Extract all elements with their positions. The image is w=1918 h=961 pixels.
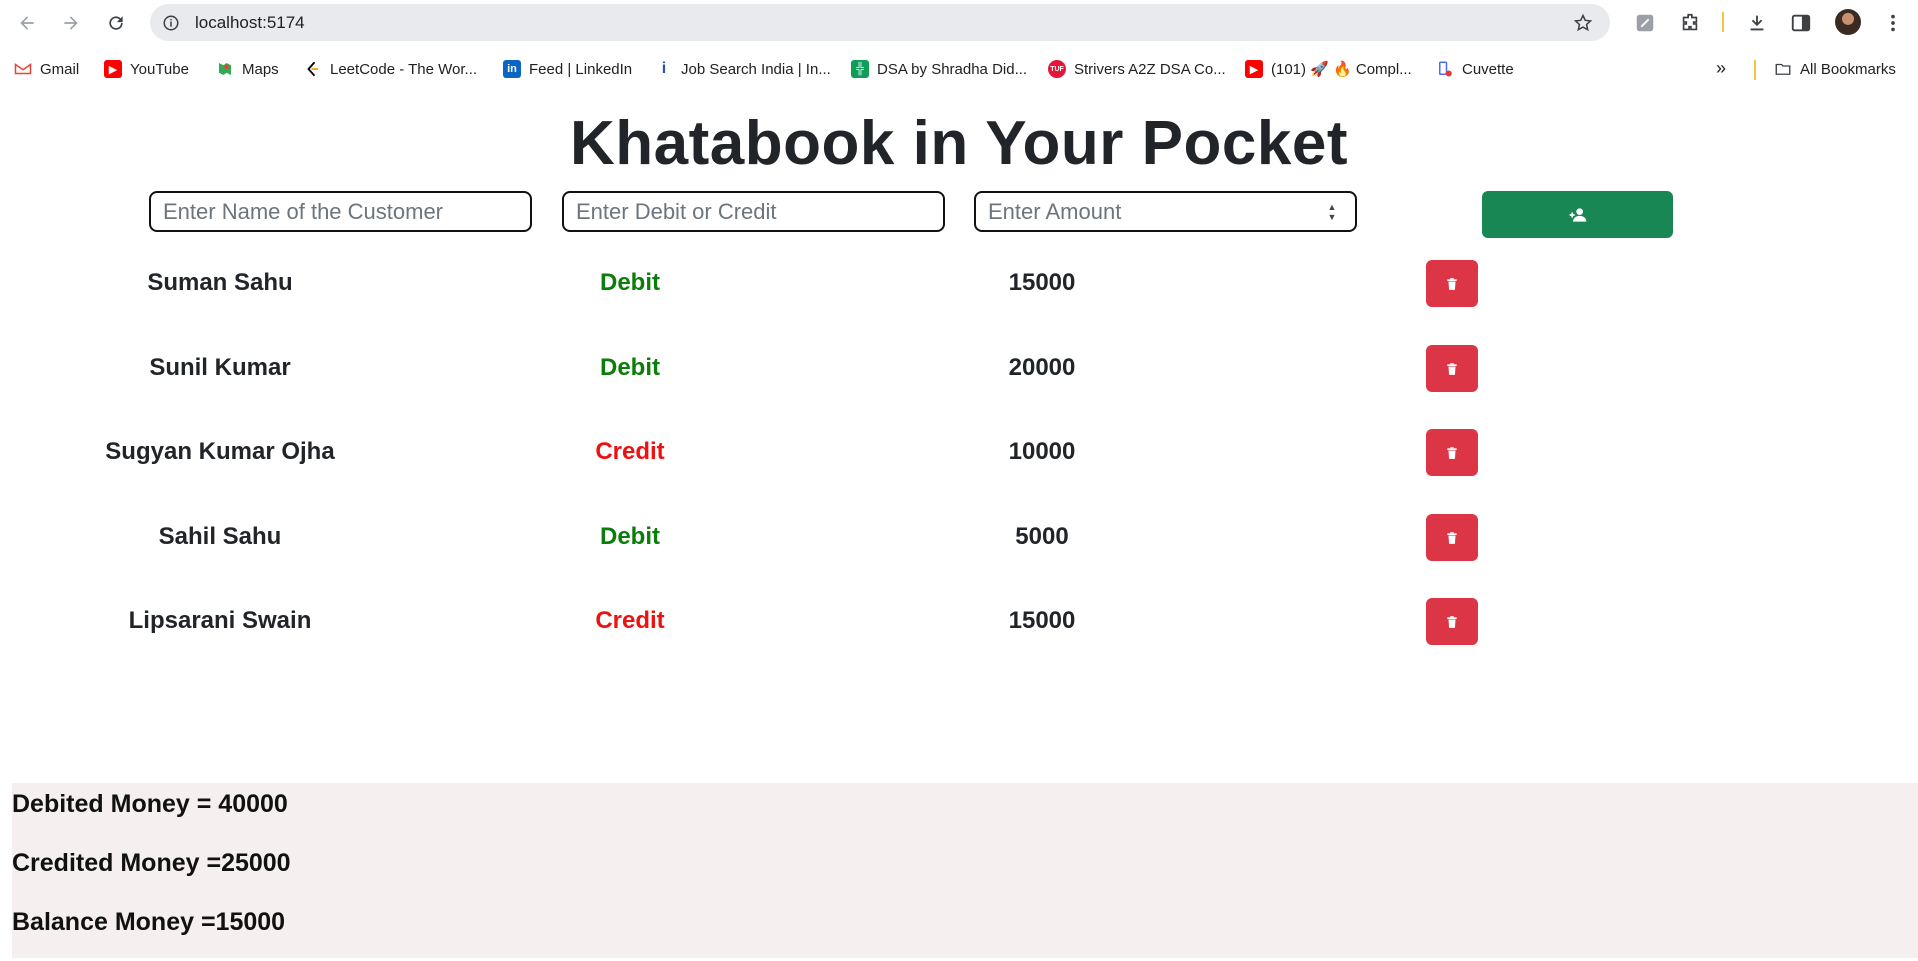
linkedin-icon: in: [503, 60, 521, 78]
bookmark-youtube[interactable]: ▶ YouTube: [104, 58, 189, 80]
download-icon[interactable]: [1744, 10, 1770, 36]
gmail-icon: [14, 60, 32, 78]
bookmarks-divider: [1754, 60, 1756, 80]
transaction-type: Debit: [600, 269, 660, 296]
bookmark-youtube-playlist[interactable]: ▶ (101) 🚀 🔥 Compl...: [1245, 58, 1412, 80]
customer-name: Suman Sahu: [147, 269, 293, 296]
address-bar[interactable]: localhost:5174: [150, 4, 1610, 41]
balance-total: Balance Money =15000: [12, 908, 286, 936]
list-item: Suman Sahu Debit 15000: [0, 260, 1918, 307]
delete-button[interactable]: [1426, 429, 1478, 476]
customer-name: Sugyan Kumar Ojha: [105, 438, 335, 465]
transaction-amount: 15000: [1008, 269, 1076, 296]
all-bookmarks-folder[interactable]: All Bookmarks: [1774, 58, 1896, 80]
side-panel-icon[interactable]: [1788, 10, 1814, 36]
trash-icon: [1447, 277, 1457, 290]
reload-icon[interactable]: [103, 10, 129, 36]
debited-total: Debited Money = 40000: [12, 790, 288, 818]
transaction-amount: 15000: [1008, 607, 1076, 634]
trash-icon: [1447, 362, 1457, 375]
list-item: Sugyan Kumar Ojha Credit 10000: [0, 429, 1918, 476]
youtube-icon: ▶: [1245, 60, 1263, 78]
amount-input[interactable]: [974, 191, 1357, 232]
folder-icon: [1774, 60, 1792, 78]
indeed-icon: i: [661, 60, 667, 77]
bookmark-maps[interactable]: Maps: [216, 58, 279, 80]
trash-icon: [1447, 531, 1457, 544]
trash-icon: [1447, 615, 1457, 628]
bookmark-dsa-shradha[interactable]: ╬ DSA by Shradha Did...: [851, 58, 1027, 80]
maps-icon: [216, 60, 234, 78]
summary-panel: Debited Money = 40000 Credited Money =25…: [12, 783, 1918, 958]
toolbar-divider: [1722, 12, 1724, 32]
bookmark-indeed[interactable]: i Job Search India | In...: [655, 58, 831, 80]
bookmark-gmail[interactable]: Gmail: [14, 58, 79, 80]
bookmarks-bar: Gmail ▶ YouTube Maps LeetCode - The Wor.…: [0, 52, 1918, 86]
delete-button[interactable]: [1426, 260, 1478, 307]
site-info-icon[interactable]: [160, 12, 182, 34]
browser-toolbar: localhost:5174: [0, 0, 1918, 44]
youtube-icon: ▶: [104, 60, 122, 78]
profile-avatar[interactable]: [1835, 9, 1861, 35]
list-item: Lipsarani Swain Credit 15000: [0, 598, 1918, 645]
tuf-icon: TUF: [1048, 60, 1066, 78]
list-item: Sahil Sahu Debit 5000: [0, 514, 1918, 561]
transaction-type: Credit: [595, 438, 665, 465]
bookmark-leetcode[interactable]: LeetCode - The Wor...: [304, 58, 477, 80]
transaction-type: Debit: [600, 354, 660, 381]
transaction-amount: 5000: [1015, 523, 1069, 550]
url-text: localhost:5174: [195, 13, 305, 32]
add-customer-button[interactable]: [1482, 191, 1673, 238]
trash-icon: [1447, 446, 1457, 459]
cuvette-icon: [1436, 60, 1454, 78]
delete-button[interactable]: [1426, 598, 1478, 645]
customer-name: Lipsarani Swain: [128, 607, 312, 634]
transaction-type: Credit: [595, 607, 665, 634]
extensions-puzzle-icon[interactable]: [1677, 10, 1703, 36]
credited-total: Credited Money =25000: [12, 849, 291, 877]
bookmark-linkedin[interactable]: in Feed | LinkedIn: [503, 58, 632, 80]
bookmark-cuvette[interactable]: Cuvette: [1436, 58, 1514, 80]
add-user-icon: [1569, 207, 1586, 222]
customer-name: Sunil Kumar: [149, 354, 291, 381]
back-icon[interactable]: [14, 10, 40, 36]
bookmark-strivers[interactable]: TUF Strivers A2Z DSA Co...: [1048, 58, 1226, 80]
delete-button[interactable]: [1426, 345, 1478, 392]
transaction-amount: 10000: [1008, 438, 1076, 465]
stepper-down-icon[interactable]: ▼: [1328, 212, 1337, 222]
stepper-up-icon[interactable]: ▲: [1328, 202, 1337, 212]
debit-credit-input[interactable]: [562, 191, 945, 232]
bookmark-star-icon[interactable]: [1572, 12, 1594, 34]
extension-icon[interactable]: [1632, 10, 1658, 36]
transaction-amount: 20000: [1008, 354, 1076, 381]
forward-icon[interactable]: [58, 10, 84, 36]
customer-name-input[interactable]: [149, 191, 532, 232]
leetcode-icon: [304, 60, 322, 78]
customer-name: Sahil Sahu: [158, 523, 282, 550]
menu-kebab-icon[interactable]: [1880, 10, 1906, 36]
list-item: Sunil Kumar Debit 20000: [0, 345, 1918, 392]
page-title: Khatabook in Your Pocket: [570, 109, 1348, 178]
delete-button[interactable]: [1426, 514, 1478, 561]
bookmarks-overflow-icon[interactable]: »: [1716, 58, 1726, 79]
amount-stepper[interactable]: ▲ ▼: [1325, 200, 1339, 224]
sheets-icon: ╬: [851, 60, 869, 78]
transaction-type: Debit: [600, 523, 660, 550]
